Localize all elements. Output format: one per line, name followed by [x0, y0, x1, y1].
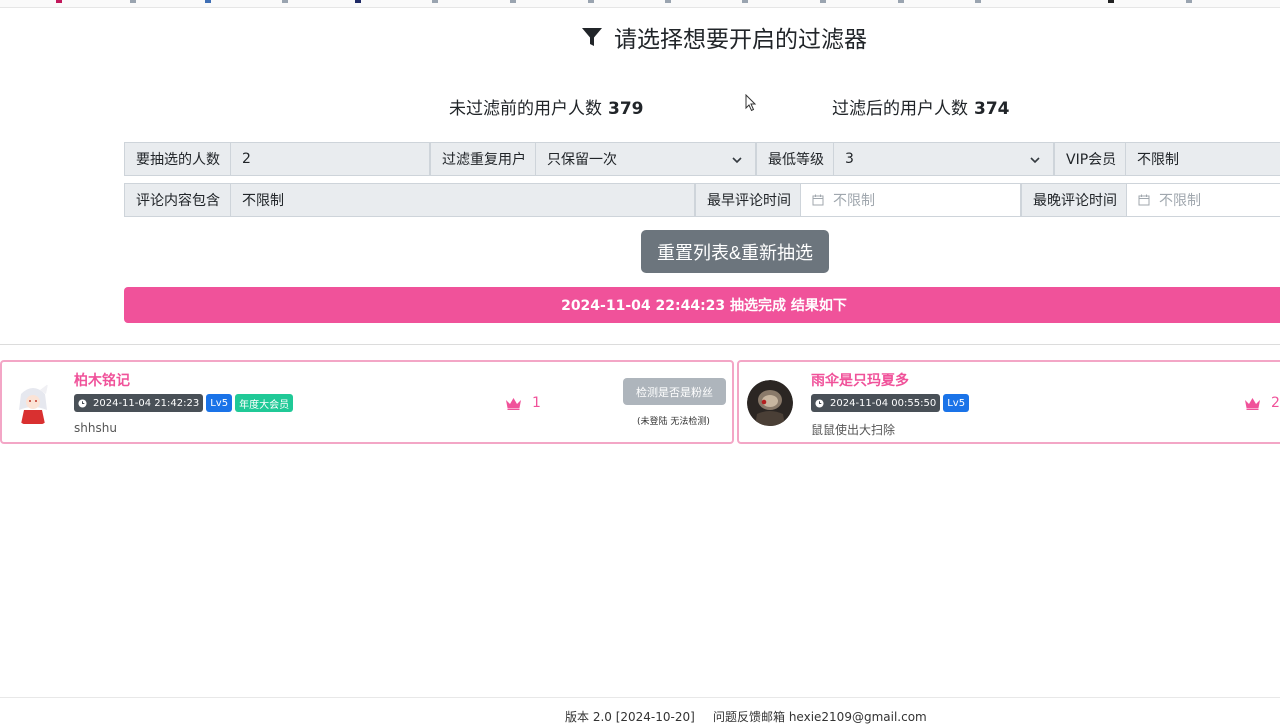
level-badge: Lv5 [943, 394, 970, 412]
after-count-label: 过滤后的用户人数 [832, 99, 968, 119]
rank-number: 2 [1271, 395, 1280, 411]
winner-comment: 鼠鼠使出大扫除 [811, 423, 896, 437]
crown-icon [506, 397, 521, 410]
clock-icon [815, 398, 824, 408]
winner-card: 雨伞是只玛夏多 2024-11-04 00:55:50 Lv5 鼠鼠使出大扫除 … [737, 360, 1280, 444]
page-title: 请选择想要开启的过滤器 [580, 20, 867, 54]
calendar-icon [1138, 194, 1150, 206]
footer-feedback: 问题反馈邮箱 hexie2109@gmail.com [713, 710, 927, 724]
vip-value: 不限制 [1137, 152, 1179, 168]
pick-count-input[interactable]: 2 [231, 142, 430, 176]
reset-and-redraw-button[interactable]: 重置列表&重新抽选 [641, 230, 829, 273]
earliest-time-input[interactable]: 不限制 [801, 183, 1021, 217]
dedupe-value: 只保留一次 [547, 152, 617, 168]
earliest-time-label: 最早评论时间 [695, 183, 801, 217]
before-filter-count: 未过滤前的用户人数 379 [449, 94, 644, 119]
section-divider [0, 344, 1280, 345]
before-count-label: 未过滤前的用户人数 [449, 99, 602, 119]
avatar [10, 380, 56, 426]
winner-name: 雨伞是只玛夏多 [811, 373, 909, 389]
dedupe-select[interactable]: 只保留一次 [536, 142, 756, 176]
min-level-select[interactable]: 3 [834, 142, 1054, 176]
pick-count-value: 2 [242, 151, 251, 167]
pick-count-label: 要抽选的人数 [124, 142, 231, 176]
browser-bookmarks-strip [0, 0, 1280, 8]
crown-icon [1245, 397, 1260, 410]
vip-label: VIP会员 [1054, 142, 1126, 176]
clock-icon [78, 398, 87, 408]
winner-card: 柏木铭记 2024-11-04 21:42:23 Lv5 年度大会员 shhsh… [0, 360, 734, 444]
footer-version: 版本 2.0 [2024-10-20] [565, 710, 695, 724]
after-filter-count: 过滤后的用户人数 374 [832, 94, 1010, 119]
dedupe-label: 过滤重复用户 [430, 142, 536, 176]
latest-time-placeholder: 不限制 [1159, 193, 1201, 209]
winner-rank: 2 [1244, 395, 1280, 411]
comment-time: 2024-11-04 21:42:23 [93, 397, 200, 409]
comment-contains-input[interactable]: 不限制 [231, 183, 695, 217]
level-badge: Lv5 [206, 394, 233, 412]
check-fan-button[interactable]: 检测是否是粉丝 [623, 378, 726, 405]
avatar [747, 380, 793, 426]
filter-row-1: 要抽选的人数 2 过滤重复用户 只保留一次 最低等级 3 VIP会员 不限制 [124, 142, 1280, 176]
latest-time-input[interactable]: 不限制 [1127, 183, 1280, 217]
filter-icon [582, 28, 602, 46]
winner-comment: shhshu [74, 421, 117, 435]
winner-badges: 2024-11-04 21:42:23 Lv5 年度大会员 [74, 394, 294, 412]
check-fan-note: (未登陆 无法检测) [637, 417, 710, 427]
rank-number: 1 [532, 395, 541, 411]
comment-contains-value: 不限制 [242, 193, 284, 209]
mouse-cursor-icon [745, 94, 757, 112]
filter-row-2: 评论内容包含 不限制 最早评论时间 不限制 最晚评论时间 不限制 [124, 183, 1280, 217]
winner-rank: 1 [505, 395, 541, 411]
result-banner: 2024-11-04 22:44:23 抽选完成 结果如下 [124, 287, 1280, 323]
comment-time: 2024-11-04 00:55:50 [830, 397, 937, 409]
comment-time-badge: 2024-11-04 21:42:23 [74, 394, 204, 412]
chevron-down-icon [1030, 157, 1040, 164]
winner-name: 柏木铭记 [74, 373, 130, 389]
winner-badges: 2024-11-04 00:55:50 Lv5 [811, 394, 970, 412]
min-level-value: 3 [845, 151, 854, 167]
comment-time-badge: 2024-11-04 00:55:50 [811, 394, 941, 412]
vip-select[interactable]: 不限制 [1126, 142, 1280, 176]
page-title-text: 请选择想要开启的过滤器 [614, 27, 867, 53]
chevron-down-icon [732, 157, 742, 164]
after-count-value: 374 [974, 99, 1010, 119]
before-count-value: 379 [608, 99, 644, 119]
comment-contains-label: 评论内容包含 [124, 183, 231, 217]
vip-badge: 年度大会员 [235, 394, 294, 412]
footer: 版本 2.0 [2024-10-20] 问题反馈邮箱 hexie2109@gma… [0, 697, 1280, 724]
calendar-icon [812, 194, 824, 206]
latest-time-label: 最晚评论时间 [1021, 183, 1127, 217]
min-level-label: 最低等级 [756, 142, 834, 176]
earliest-time-placeholder: 不限制 [833, 193, 875, 209]
